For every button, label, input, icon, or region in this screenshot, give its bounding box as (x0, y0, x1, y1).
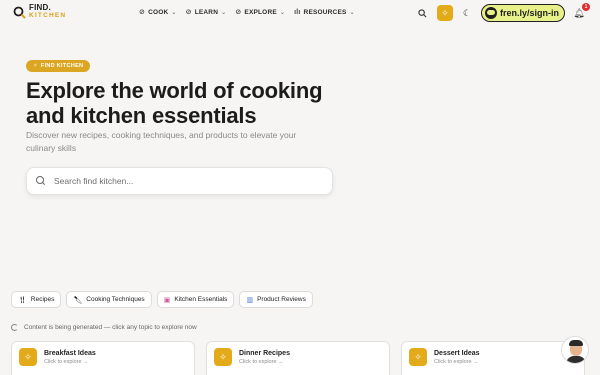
chevron-down-icon: ⌄ (279, 9, 286, 16)
theme-toggle-button[interactable]: ☾ (459, 5, 475, 21)
chip-label: Recipes (30, 296, 55, 303)
chart-icon: ılı (294, 8, 301, 16)
notifications-button[interactable]: 🔔︎ 1 (571, 3, 590, 21)
bar-chart-icon: ▥ (246, 296, 254, 304)
avatar-body (566, 356, 586, 363)
search-button[interactable] (415, 5, 431, 21)
chip-label: Cooking Techniques (86, 296, 145, 303)
nav-explore[interactable]: ⊘ EXPLORE ⌄ (235, 8, 286, 17)
notification-badge: 1 (582, 3, 590, 11)
compass-icon: ⊘ (185, 9, 192, 16)
idea-card-dinner[interactable]: ✧ Dinner Recipes Click to explore → (206, 341, 390, 375)
chevron-down-icon: ⌄ (349, 9, 355, 16)
gift-icon: ▣ (163, 296, 171, 304)
chip-kitchen-essentials[interactable]: ▣ Kitchen Essentials (156, 291, 235, 308)
search-icon (36, 176, 46, 186)
idea-card-dessert[interactable]: ✧ Dessert Ideas Click to explore → (401, 341, 585, 375)
section-pill-label: FIND KITCHEN (40, 63, 84, 69)
nav-resources-label: RESOURCES (303, 8, 347, 16)
nav-learn[interactable]: ⊘ LEARN ⌄ (185, 8, 227, 17)
card-subtitle: Click to explore → (434, 359, 479, 365)
sparkle-icon: ✧ (214, 348, 232, 366)
logo-text-primary: FIND. (29, 3, 51, 12)
sparkle-icon: ✧ (33, 63, 38, 69)
idea-cards: ✧ Breakfast Ideas Click to explore → ✧ D… (11, 341, 585, 375)
moon-icon: ☾ (462, 7, 472, 18)
status-text: Content is being generated — click any t… (24, 324, 197, 331)
search-input[interactable] (54, 176, 314, 186)
chip-label: Kitchen Essentials (174, 296, 228, 303)
card-title: Dinner Recipes (239, 350, 290, 357)
generation-status: Content is being generated — click any t… (11, 324, 197, 331)
logo[interactable]: FIND. KITCHEN (13, 4, 66, 20)
category-chips: 🍴︎ Recipes 🔪︎ Cooking Techniques ▣ Kitch… (11, 291, 313, 308)
nav-cook-label: COOK (148, 8, 169, 16)
loading-spinner-icon (11, 324, 18, 331)
nav-cook[interactable]: ⊘ COOK ⌄ (139, 8, 177, 17)
logo-text-secondary: KITCHEN (29, 12, 67, 19)
assistant-avatar[interactable] (561, 336, 589, 364)
section-pill: ✧ FIND KITCHEN (26, 60, 91, 72)
sparkle-button[interactable]: ✧ (436, 5, 453, 21)
card-subtitle: Click to explore → (44, 359, 89, 365)
header-actions: ✧ ☾ fren.ly/sign-in 🔔︎ 1 (415, 3, 590, 22)
sign-in-label: fren.ly/sign-in (499, 8, 559, 18)
compass-icon: ⊘ (235, 9, 242, 16)
card-title: Breakfast Ideas (44, 350, 96, 357)
logo-search-icon (13, 6, 26, 19)
main-nav: ⊘ COOK ⌄ ⊘ LEARN ⌄ ⊘ EXPLORE ⌄ ılı RESOU… (139, 8, 355, 17)
chevron-down-icon: ⌄ (171, 9, 177, 16)
search-bar[interactable] (26, 167, 333, 195)
sparkle-icon: ✧ (409, 348, 427, 366)
chevron-down-icon: ⌄ (221, 9, 227, 16)
card-title: Dessert Ideas (434, 350, 480, 357)
nav-learn-label: LEARN (194, 8, 219, 16)
knife-icon: 🔪︎ (73, 296, 83, 304)
card-subtitle: Click to explore → (239, 359, 284, 365)
top-header: FIND. KITCHEN ⊘ COOK ⌄ ⊘ LEARN ⌄ ⊘ EXPLO… (0, 0, 600, 27)
utensils-icon: 🍴︎ (18, 296, 27, 304)
sparkle-icon: ✧ (19, 348, 37, 366)
chip-cooking-techniques[interactable]: 🔪︎ Cooking Techniques (66, 291, 152, 308)
page-title: Explore the world of cooking and kitchen… (26, 78, 323, 128)
page-subtitle: Discover new recipes, cooking techniques… (26, 130, 297, 153)
frenly-logo-icon (484, 7, 497, 19)
chip-recipes[interactable]: 🍴︎ Recipes (11, 291, 62, 308)
sparkle-icon: ✧ (441, 7, 449, 18)
sign-in-button[interactable]: fren.ly/sign-in (480, 4, 565, 22)
nav-resources[interactable]: ılı RESOURCES ⌄ (294, 9, 355, 16)
search-icon (418, 8, 427, 17)
avatar-hair (569, 340, 583, 346)
compass-icon: ⊘ (139, 9, 146, 16)
nav-explore-label: EXPLORE (244, 8, 277, 16)
chip-label: Product Reviews (257, 296, 306, 303)
idea-card-breakfast[interactable]: ✧ Breakfast Ideas Click to explore → (11, 341, 195, 375)
chip-product-reviews[interactable]: ▥ Product Reviews (239, 291, 313, 308)
